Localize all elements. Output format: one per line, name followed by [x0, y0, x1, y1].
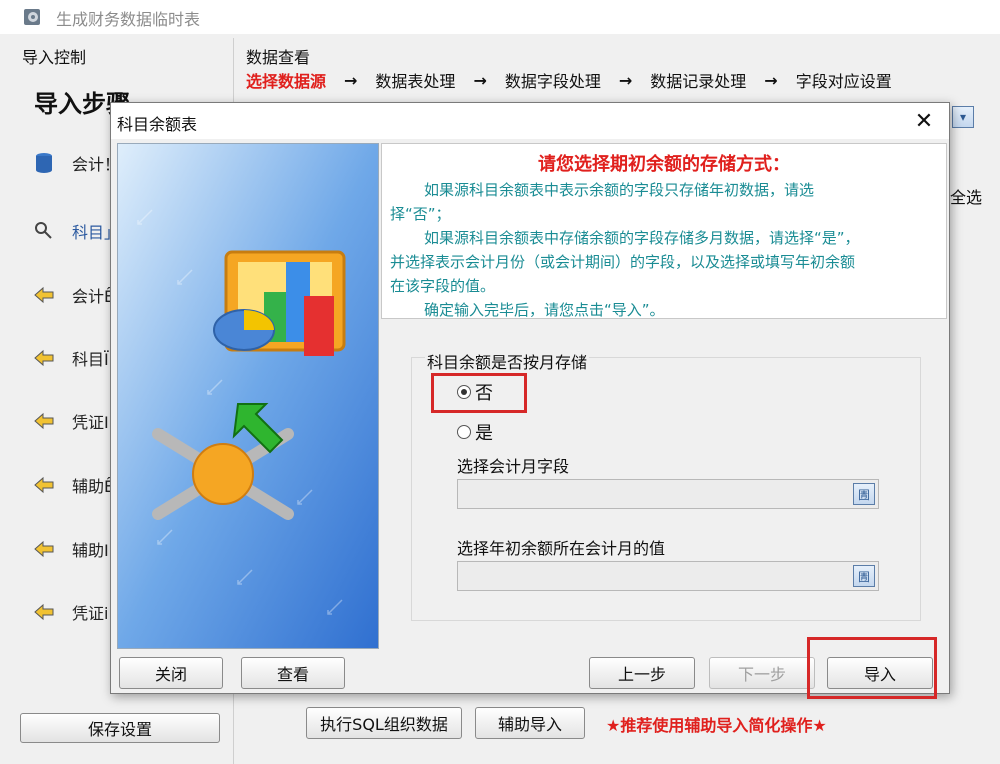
prev-button[interactable]: 上一步	[589, 657, 695, 689]
radio-yes[interactable]: 是	[457, 419, 493, 445]
sidebar-item-label: 辅助Ê	[72, 477, 115, 496]
wizard-step-select-source[interactable]: 选择数据源	[246, 68, 326, 92]
sidebar-item-label: 科目Ï	[72, 350, 109, 369]
radio-dot-icon[interactable]	[457, 385, 471, 399]
wizard-step-record[interactable]: 数据记录处理	[650, 68, 746, 92]
app-title: 生成财务数据临时表	[56, 10, 201, 29]
select-all-label: 全选	[950, 188, 983, 207]
app-gear-icon	[22, 6, 44, 28]
info-heading: 请您选择期初余额的存储方式：	[538, 154, 790, 175]
arrow-left-icon	[32, 537, 56, 561]
wizard-banner-image	[117, 143, 379, 649]
sidebar-item-label: 辅助I	[72, 541, 109, 560]
arrow-right-icon: →	[344, 70, 358, 90]
search-icon	[32, 219, 56, 243]
init-value-input[interactable]	[457, 561, 879, 591]
arrow-right-icon: →	[618, 70, 633, 90]
sidebar-item-label: 凭证I	[72, 413, 109, 432]
view-button[interactable]: 查看	[241, 657, 345, 689]
radio-label: 是	[475, 423, 493, 444]
import-control-header: 导入控制	[22, 48, 87, 67]
data-view-header: 数据查看	[246, 48, 311, 67]
sidebar-item-label: 凭证i	[72, 604, 109, 623]
chevron-down-icon[interactable]: ▾	[952, 106, 974, 128]
info-line: 如果源科目余额表中表示余额的字段只存储年初数据，请选	[424, 181, 815, 199]
radio-label: 否	[475, 383, 493, 404]
dialog-titlebar	[111, 103, 949, 139]
hint-text: ★推荐使用辅助导入简化操作★	[606, 716, 827, 735]
info-line: 如果源科目余额表中存储余额的字段存储多月数据，请选择“是”，	[424, 229, 860, 247]
info-line: 并选择表示会计月份（或会计期间）的字段，以及选择或填写年初余额	[390, 253, 856, 271]
close-button[interactable]: 关闭	[119, 657, 223, 689]
radio-no[interactable]: 否	[457, 379, 493, 405]
month-field-label: 选择会计月字段	[457, 457, 570, 476]
arrow-left-icon	[32, 600, 56, 624]
sidebar-item-label: 会计Ê	[72, 287, 115, 306]
wizard-step-field[interactable]: 数据字段处理	[505, 68, 601, 92]
close-icon[interactable]: ✕	[909, 107, 939, 135]
pick-field-icon[interactable]: 圊	[853, 483, 875, 505]
radio-dot-icon[interactable]	[457, 425, 471, 439]
info-line: 在该字段的值。	[390, 277, 496, 295]
arrow-left-icon	[32, 283, 56, 307]
pick-value-icon[interactable]: 圊	[853, 565, 875, 587]
subject-balance-dialog: 科目余额表 ✕ 请您选择期初余额的存储方式： 如果源科目余额表中表示余额的字段只…	[110, 102, 950, 699]
group-label: 科目余额是否按月存储	[425, 349, 590, 373]
dialog-title: 科目余额表	[117, 115, 198, 134]
arrow-right-icon: →	[764, 70, 778, 90]
assist-import-button[interactable]: 辅助导入	[475, 707, 585, 739]
save-settings-button[interactable]: 保存设置	[20, 713, 220, 743]
arrow-right-icon: →	[473, 70, 487, 90]
info-line: 择“否”；	[390, 205, 451, 223]
info-panel: 请您选择期初余额的存储方式： 如果源科目余额表中表示余额的字段只存储年初数据，请…	[381, 143, 947, 319]
next-button[interactable]: 下一步	[709, 657, 815, 689]
wizard-steps: 选择数据源 → 数据表处理 → 数据字段处理 → 数据记录处理 → 字段对应设置	[246, 66, 892, 94]
arrow-left-icon	[32, 473, 56, 497]
wizard-step-table[interactable]: 数据表处理	[375, 68, 455, 92]
init-value-label: 选择年初余额所在会计月的值	[457, 539, 666, 558]
info-line: 确定输入完毕后，请您点击“导入”。	[424, 301, 665, 319]
wizard-step-mapping[interactable]: 字段对应设置	[796, 68, 892, 92]
database-icon	[32, 151, 56, 175]
month-field-input[interactable]	[457, 479, 879, 509]
arrow-left-icon	[32, 409, 56, 433]
exec-sql-button[interactable]: 执行SQL组织数据	[306, 707, 462, 739]
import-button[interactable]: 导入	[827, 657, 933, 689]
arrow-left-icon	[32, 346, 56, 370]
